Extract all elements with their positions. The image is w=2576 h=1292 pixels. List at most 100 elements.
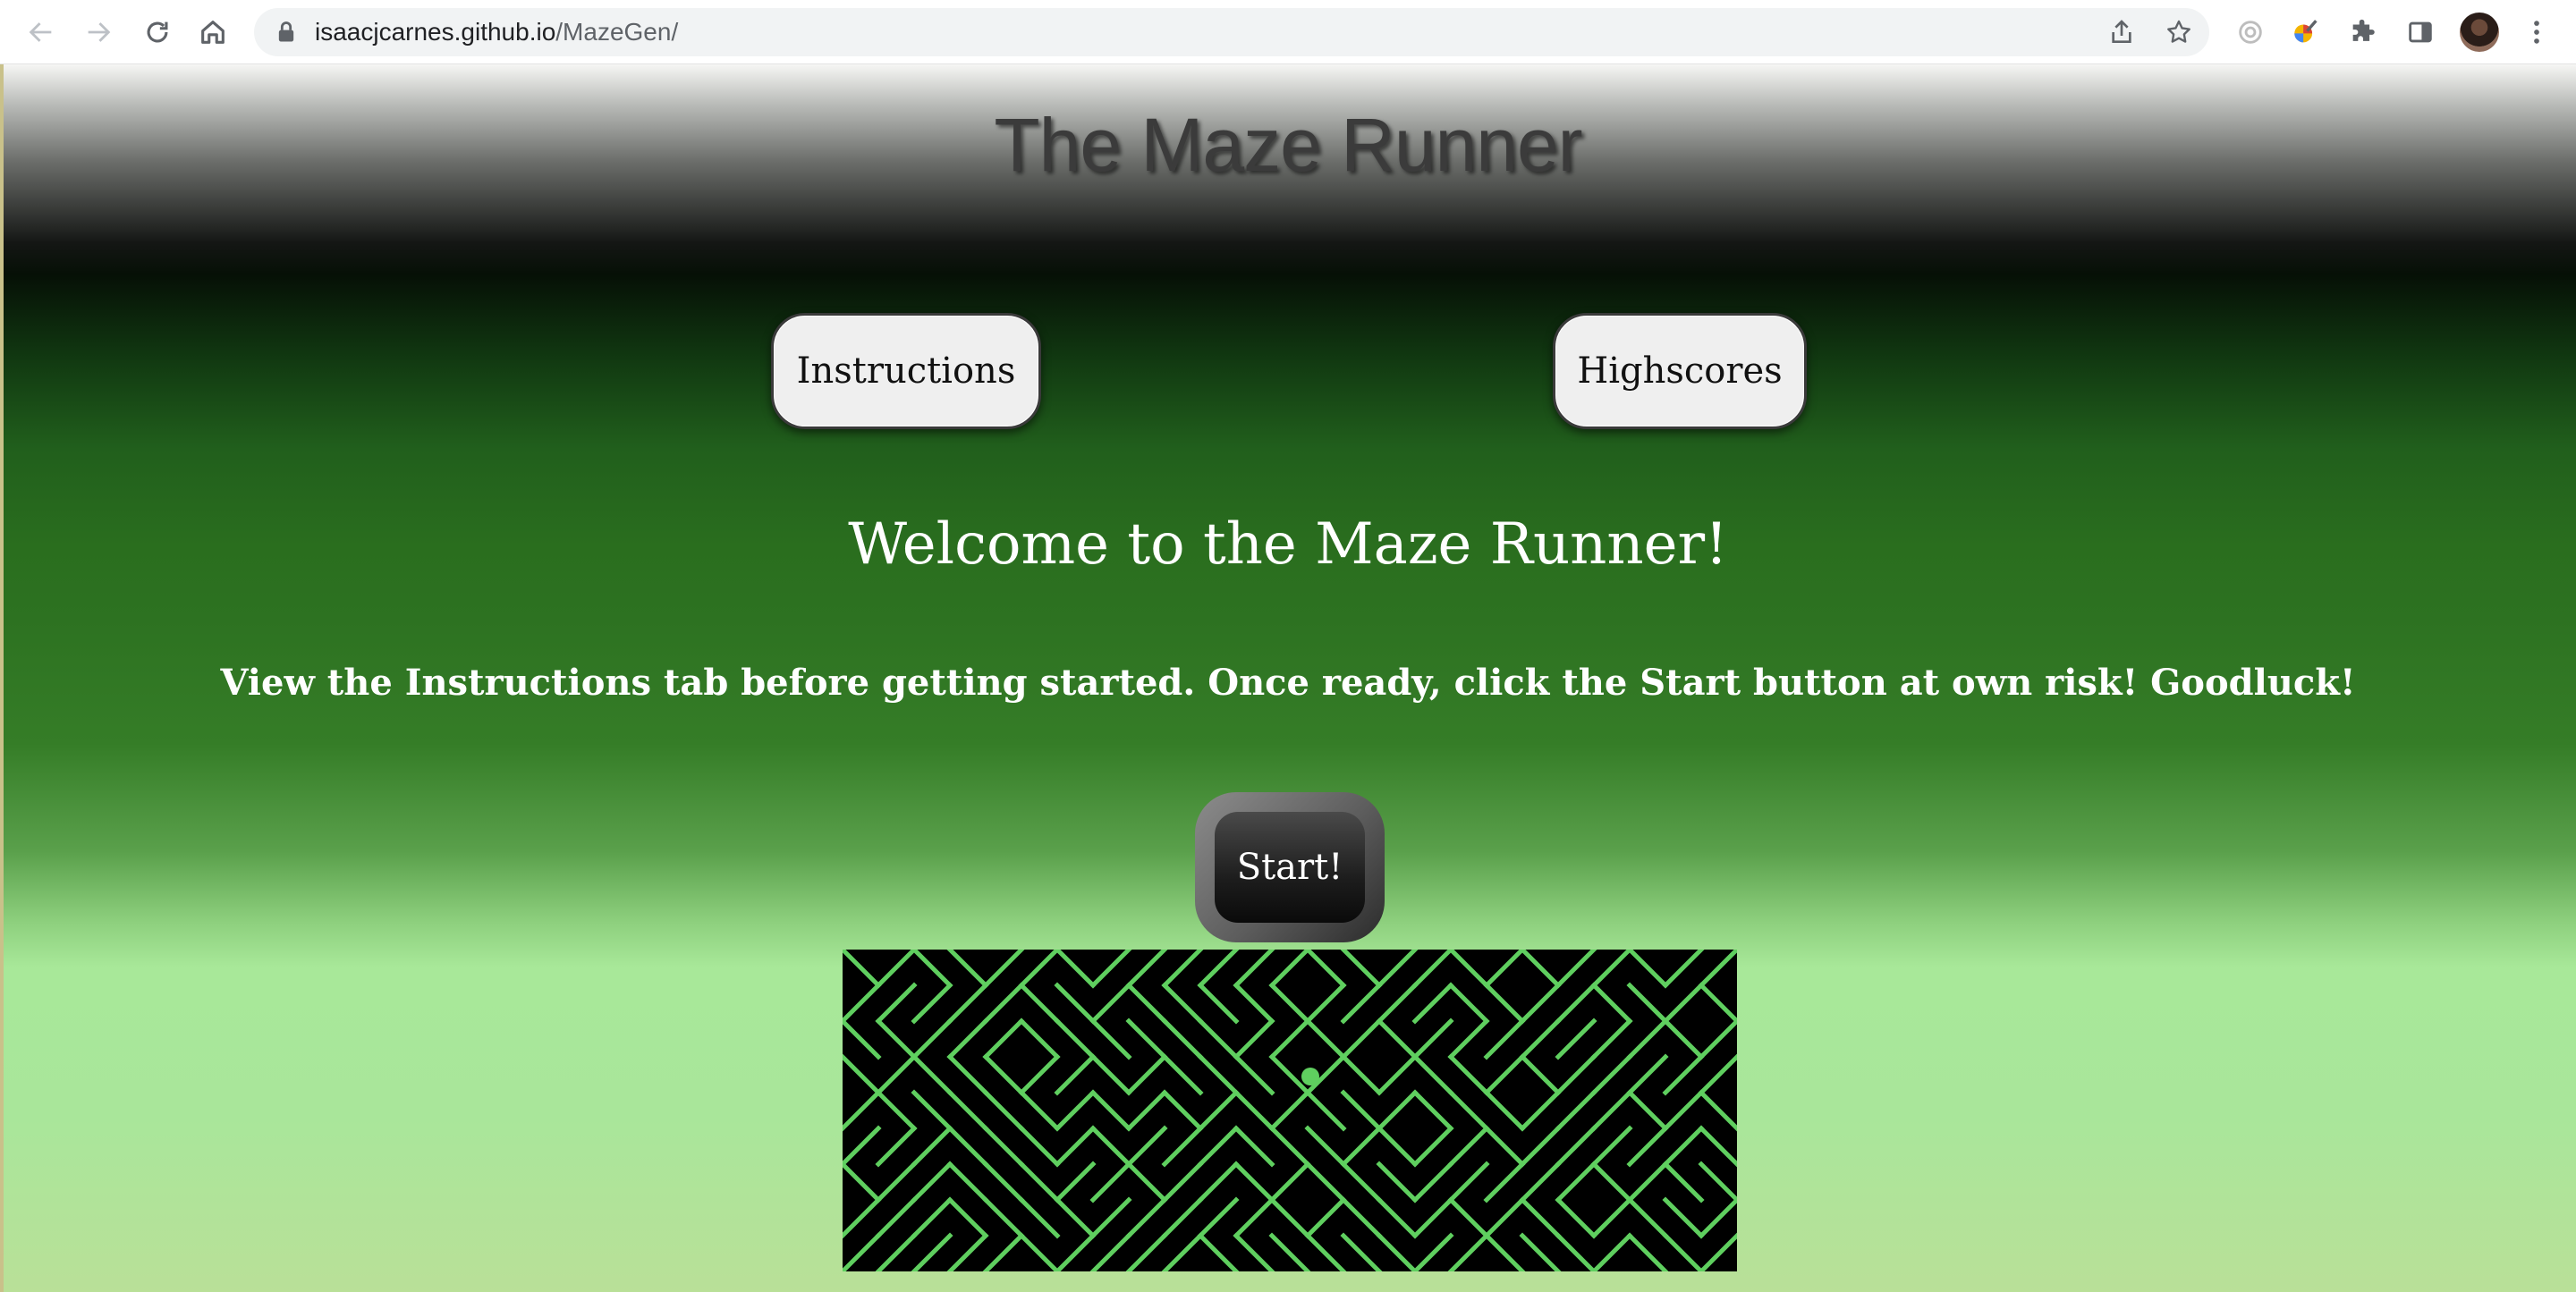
url-text: isaacjcarnes.github.io/MazeGen/: [315, 8, 678, 56]
maze-wall: [946, 1053, 989, 1096]
maze-wall: [875, 950, 918, 989]
maze-wall: [1662, 1125, 1705, 1168]
start-button[interactable]: Start!: [1195, 792, 1385, 942]
color-picker-icon: [2294, 20, 2318, 43]
maze-wall: [1662, 982, 1705, 1025]
maze-wall: [1447, 982, 1490, 1025]
maze-wall: [1340, 1232, 1383, 1271]
maze-wall: [1089, 1161, 1132, 1203]
maze-wall: [1197, 1053, 1240, 1096]
maze-wall: [1197, 1161, 1240, 1203]
camera-extension-icon: [2239, 21, 2262, 44]
maze-wall: [1626, 1161, 1669, 1203]
home-button[interactable]: [193, 13, 233, 52]
maze-wall: [1089, 1196, 1132, 1239]
maze-wall: [1233, 1196, 1275, 1239]
maze-wall: [1698, 1161, 1737, 1203]
maze-wall: [1268, 1232, 1311, 1271]
profile-avatar[interactable]: [2460, 13, 2499, 52]
maze-canvas[interactable]: [843, 950, 1737, 1271]
maze-wall: [1555, 1089, 1597, 1132]
maze-wall: [1340, 1053, 1383, 1096]
url-path: /MazeGen/: [555, 18, 679, 46]
highscores-button[interactable]: Highscores: [1553, 313, 1807, 429]
maze-wall: [1519, 1196, 1562, 1239]
maze-wall: [1268, 1196, 1311, 1239]
maze-wall: [982, 1053, 1025, 1096]
maze-wall: [1161, 1125, 1204, 1168]
maze-wall: [1519, 1018, 1562, 1060]
maze-wall: [1411, 950, 1454, 989]
maze-wall: [1555, 982, 1597, 1025]
forward-button[interactable]: [79, 13, 118, 52]
maze-wall: [1089, 1089, 1132, 1132]
maze-wall: [1590, 950, 1633, 989]
maze-wall: [1698, 1232, 1737, 1271]
maze-wall: [1519, 1232, 1562, 1271]
maze-wall: [1054, 1089, 1097, 1132]
maze-wall: [875, 1089, 918, 1132]
extension-camera-button[interactable]: [2233, 14, 2268, 50]
maze-wall: [1340, 982, 1383, 1025]
side-panel-button[interactable]: [2402, 14, 2438, 50]
maze-wall: [946, 982, 989, 1025]
maze-wall: [1233, 1053, 1275, 1096]
maze-wall: [1161, 982, 1204, 1025]
maze-wall: [1698, 950, 1737, 989]
maze-wall: [1018, 950, 1061, 989]
maze-wall: [875, 1161, 918, 1203]
maze-wall: [1519, 1161, 1562, 1203]
maze-wall: [843, 1053, 882, 1096]
maze-wall: [1519, 950, 1562, 989]
maze-wall: [875, 1196, 918, 1239]
maze-wall: [1340, 1196, 1383, 1239]
maze-wall: [1411, 1196, 1454, 1239]
start-button-label: Start!: [1215, 812, 1365, 923]
maze-wall: [911, 1232, 953, 1271]
maze-runner-page: The Maze Runner Instructions Highscores …: [0, 64, 2576, 1292]
back-button[interactable]: [21, 13, 61, 52]
maze-wall: [1698, 982, 1737, 1025]
maze-wall: [1197, 1089, 1240, 1132]
maze-wall: [1304, 1125, 1347, 1168]
maze-wall: [1054, 1018, 1097, 1060]
maze-wall: [1018, 1018, 1061, 1060]
maze-wall: [1340, 950, 1383, 989]
share-icon: [2112, 20, 2131, 43]
maze-wall: [1376, 1053, 1419, 1096]
extension-color-picker-button[interactable]: [2288, 14, 2324, 50]
maze-wall: [1233, 1232, 1275, 1271]
maze-wall: [1018, 1196, 1061, 1239]
reload-button[interactable]: [138, 13, 177, 52]
maze-wall: [1411, 1053, 1454, 1096]
maze-wall: [843, 982, 882, 1025]
lock-icon: [278, 21, 294, 42]
page-title: The Maze Runner: [994, 103, 1582, 187]
bookmark-star-button[interactable]: [2163, 16, 2195, 48]
maze-wall: [1054, 1196, 1097, 1239]
maze-wall: [1161, 1053, 1204, 1096]
maze-wall: [1233, 1161, 1275, 1203]
maze-wall: [982, 1196, 1025, 1239]
maze-wall: [1268, 1161, 1311, 1203]
maze-wall: [1626, 982, 1669, 1025]
maze-wall: [1233, 1018, 1275, 1060]
maze-wall: [946, 1089, 989, 1132]
maze-wall: [1590, 1232, 1633, 1271]
maze-wall: [875, 982, 918, 1025]
share-button[interactable]: [2106, 16, 2138, 48]
maze-wall: [1089, 1232, 1132, 1271]
maze-wall: [1268, 982, 1311, 1025]
address-bar[interactable]: isaacjcarnes.github.io/MazeGen/: [254, 8, 2209, 56]
maze-wall: [1340, 1161, 1383, 1203]
maze-wall: [1483, 1161, 1526, 1203]
maze-wall: [1125, 1161, 1168, 1203]
maze-wall: [1483, 1196, 1526, 1239]
maze-wall: [1698, 1089, 1737, 1132]
maze-wall: [982, 1018, 1025, 1060]
maze-wall: [1054, 1125, 1097, 1168]
browser-menu-button[interactable]: [2519, 14, 2555, 50]
instructions-button[interactable]: Instructions: [771, 313, 1041, 429]
maze-wall: [1555, 1161, 1597, 1203]
extensions-button[interactable]: [2345, 14, 2381, 50]
